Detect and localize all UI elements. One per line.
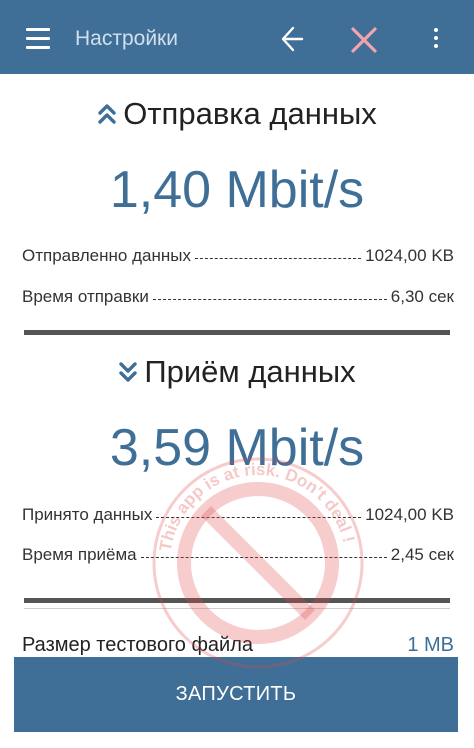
upload-sent-row: Отправленно данных 1024,00 KB — [22, 244, 454, 268]
menu-icon[interactable] — [26, 28, 50, 50]
chevron-up-double-icon — [98, 104, 116, 124]
row-value: 6,30 сек — [390, 287, 454, 306]
more-vert-icon[interactable] — [432, 28, 440, 50]
row-label: Время приёма — [22, 545, 137, 564]
upload-heading[interactable]: Отправка данных — [0, 96, 474, 132]
thin-divider — [24, 608, 450, 609]
section-divider — [24, 598, 450, 603]
download-time-row: Время приёма 2,45 сек — [22, 543, 454, 567]
dashed-leader — [156, 516, 362, 518]
test-file-size-row[interactable]: Размер тестового файла 1 MB — [22, 634, 454, 658]
download-speed: 3,59 Mbit/s — [109, 419, 365, 477]
row-label: Принято данных — [22, 505, 153, 524]
chevron-down-double-icon — [119, 362, 138, 382]
test-file-size-label: Размер тестового файла — [22, 634, 254, 656]
dashed-leader — [194, 257, 362, 259]
app-bar: Настройки — [0, 0, 474, 74]
close-icon[interactable] — [350, 26, 378, 54]
row-value: 1024,00 KB — [365, 246, 454, 265]
row-value: 2,45 сек — [390, 545, 454, 564]
upload-heading-label: Отправка данных — [123, 96, 377, 131]
upload-speed: 1,40 Mbit/s — [109, 161, 365, 219]
download-heading-label: Приём данных — [144, 354, 356, 389]
dashed-leader — [140, 556, 387, 558]
upload-time-row: Время отправки 6,30 сек — [22, 285, 454, 309]
row-value: 1024,00 KB — [365, 505, 454, 524]
row-label: Время отправки — [22, 287, 149, 306]
back-arrow-icon[interactable] — [280, 24, 304, 54]
row-label: Отправленно данных — [22, 246, 191, 265]
app-title: Настройки — [75, 27, 178, 50]
run-button[interactable]: ЗАПУСТИТЬ — [14, 657, 458, 732]
download-received-row: Принято данных 1024,00 KB — [22, 503, 454, 527]
test-file-size-value: 1 MB — [407, 634, 454, 656]
download-heading[interactable]: Приём данных — [0, 354, 474, 390]
dashed-leader — [152, 298, 387, 300]
section-divider — [24, 330, 450, 335]
